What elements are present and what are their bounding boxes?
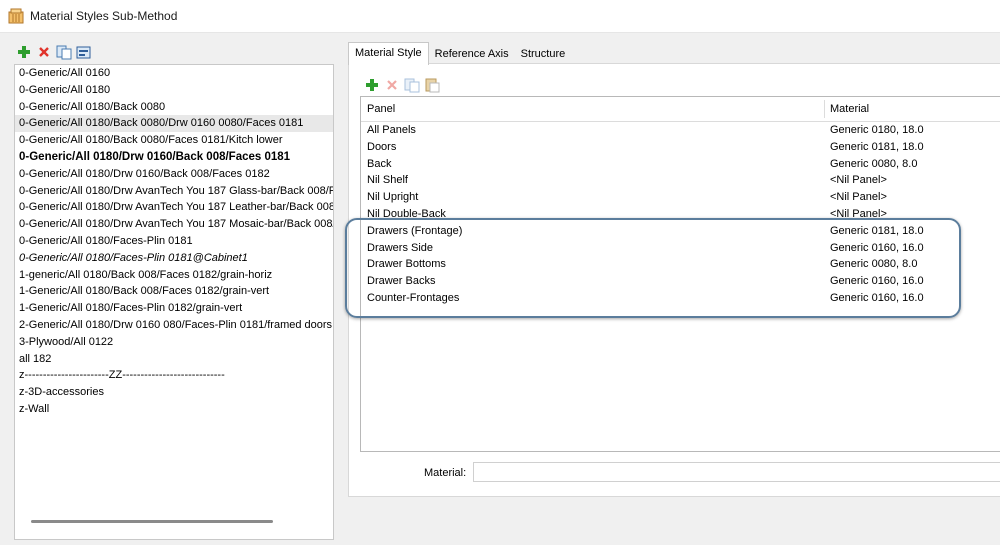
material-cell[interactable]: <Nil Panel> [830,189,887,206]
list-item[interactable]: 0-Generic/All 0180/Drw AvanTech You 187 … [15,199,333,216]
table-row[interactable]: Doors Generic 0181, 18.0 [361,139,1000,156]
delete-icon [39,47,49,57]
material-cell[interactable]: Generic 0181, 18.0 [830,139,924,156]
tab-reference-axis[interactable]: Reference Axis [429,44,515,64]
list-item[interactable]: 0-Generic/All 0180/Faces-Plin 0181@Cabin… [15,250,333,267]
column-header-material[interactable]: Material [830,97,869,121]
style-list-toolbar [16,44,92,60]
list-item[interactable]: z-3D-accessories [15,384,333,401]
list-item[interactable]: z-----------------------ZZ--------------… [15,367,333,384]
material-cell[interactable]: <Nil Panel> [830,172,887,189]
list-item[interactable]: 0-Generic/All 0180/Back 0080 [15,99,333,116]
list-item[interactable]: 2-Generic/All 0180/Drw 0160 080/Faces-Pl… [15,317,333,334]
panel-cell: Back [367,157,392,170]
copy-icon [56,45,72,60]
delete-row-button[interactable] [384,77,400,93]
table-row[interactable]: Back Generic 0080, 8.0 [361,156,1000,173]
horizontal-scrollbar[interactable] [31,520,273,523]
list-item[interactable]: z-Wall [15,401,333,418]
list-item[interactable]: 1-Generic/All 0180/Back 008/Faces 0182/g… [15,283,333,300]
list-item[interactable]: 0-Generic/All 0180 [15,82,333,99]
panel-cell: All Panels [367,124,416,136]
paste-icon [425,78,440,93]
list-item[interactable]: 0-Generic/All 0180/Back 0080/Drw 0160 00… [15,115,333,133]
list-item[interactable]: all 182 [15,351,333,368]
material-label: Material: [424,467,467,479]
add-icon [366,79,378,91]
copy-style-button[interactable] [56,44,72,60]
title-bar: Material Styles Sub-Method [0,0,1000,33]
copy-icon [404,78,420,93]
table-row[interactable]: Nil Upright <Nil Panel> [361,189,1000,206]
list-item[interactable]: 3-Plywood/All 0122 [15,334,333,351]
column-separator[interactable] [824,100,825,118]
list-item[interactable]: 0-Generic/All 0180/Drw 0160/Back 008/Fac… [15,149,333,166]
list-item[interactable]: 0-Generic/All 0180/Faces-Plin 0181 [15,233,333,250]
add-row-button[interactable] [364,77,380,93]
list-item[interactable]: 0-Generic/All 0180/Drw AvanTech You 187 … [15,183,333,200]
list-items: 0-Generic/All 0160 0-Generic/All 0180 0-Ge… [15,65,333,418]
add-style-button[interactable] [16,44,32,60]
copy-row-button[interactable] [404,77,420,93]
list-item[interactable]: 1-generic/All 0180/Back 008/Faces 0182/g… [15,267,333,284]
list-item[interactable]: 1-Generic/All 0180/Faces-Plin 0182/grain… [15,300,333,317]
table-row[interactable]: Nil Shelf <Nil Panel> [361,172,1000,189]
material-input[interactable] [473,462,1000,482]
tab-structure[interactable]: Structure [515,44,572,64]
list-item[interactable]: 0-Generic/All 0160 [15,65,333,82]
delete-style-button[interactable] [36,44,52,60]
list-item[interactable]: 0-Generic/All 0180/Drw 0160/Back 008/Fac… [15,166,333,183]
table-row[interactable]: All Panels Generic 0180, 18.0 [361,122,1000,139]
add-icon [18,46,30,58]
material-cell[interactable]: Generic 0080, 8.0 [830,156,917,173]
list-item[interactable]: 0-Generic/All 0180/Back 0080/Faces 0181/… [15,132,333,149]
material-cell[interactable]: Generic 0180, 18.0 [830,122,924,139]
app-icon [8,8,24,24]
window-title: Material Styles Sub-Method [30,9,178,23]
column-header-panel[interactable]: Panel [367,97,395,121]
delete-icon [387,80,397,90]
tab-material-style[interactable]: Material Style [348,42,429,65]
material-styles-list[interactable]: 0-Generic/All 0160 0-Generic/All 0180 0-Ge… [14,64,334,540]
panel-cell: Doors [367,140,397,153]
list-item[interactable]: 0-Generic/All 0180/Drw AvanTech You 187 … [15,216,333,233]
panel-cell: Nil Shelf [367,174,408,187]
panel-cell: Nil Upright [367,191,419,204]
grid-header: Panel Material [361,97,1000,122]
highlight-annotation [345,218,961,318]
grid-toolbar [364,77,440,93]
tab-strip: Material Style Reference Axis Structure [348,42,572,65]
properties-icon [76,46,91,59]
properties-button[interactable] [76,44,92,60]
paste-row-button[interactable] [424,77,440,93]
